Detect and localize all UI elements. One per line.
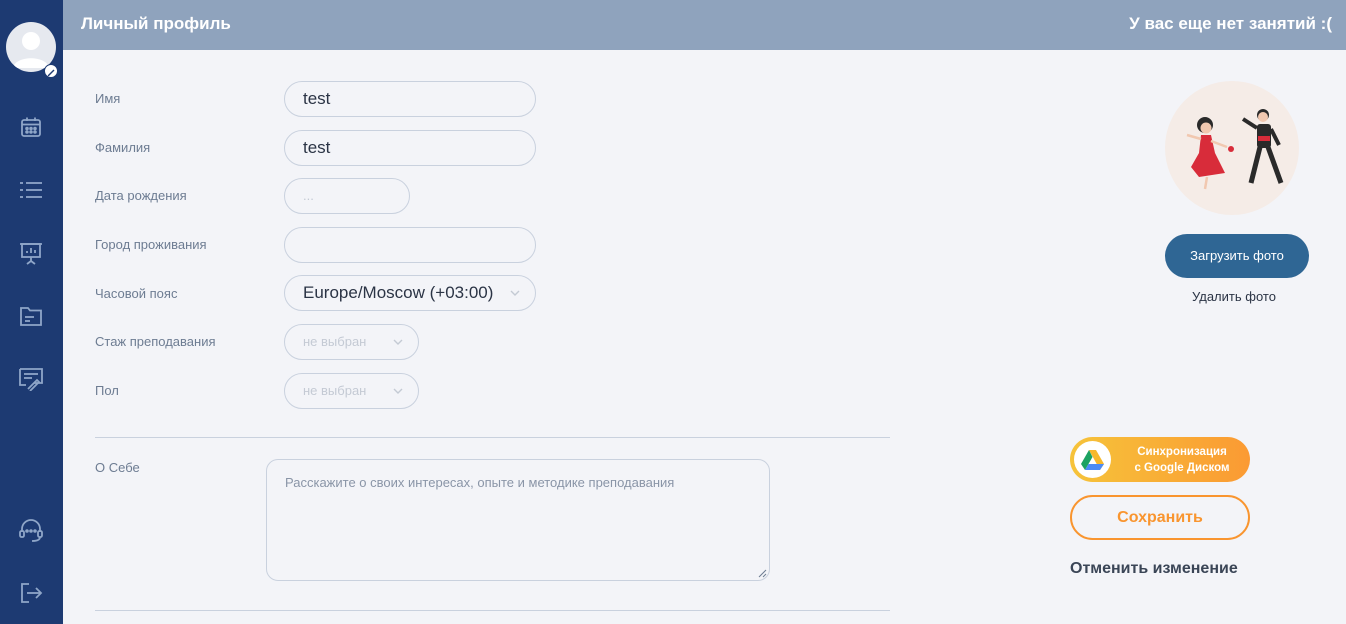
last-name-input[interactable]: test [284,130,536,166]
support-headset-icon [19,519,43,542]
about-placeholder: Расскажите о своих интересах, опыте и ме… [285,475,675,490]
google-drive-sync-label: Синхронизация с Google Диском [1118,444,1246,476]
sidebar-item-logout[interactable] [18,580,44,606]
experience-value: не выбран [303,334,367,349]
google-drive-sync-button[interactable]: Синхронизация с Google Диском [1070,437,1250,482]
city-input[interactable] [284,227,536,263]
timezone-value: Europe/Moscow (+03:00) [303,283,494,302]
birth-date-input[interactable]: ... [284,178,410,214]
delete-photo-link[interactable]: Удалить фото [1165,289,1346,304]
calendar-icon [21,117,41,137]
timezone-select[interactable]: Europe/Moscow (+03:00) [284,275,536,311]
gender-label: Пол [95,383,119,398]
chevron-down-icon [510,290,520,296]
chevron-down-icon [393,339,403,345]
pencil-icon [47,69,55,77]
edit-avatar-button[interactable] [44,64,58,78]
logout-icon [21,583,43,603]
google-drive-logo-wrap [1074,441,1111,478]
upload-photo-button[interactable]: Загрузить фото [1165,234,1309,278]
presentation-icon [20,243,42,265]
last-name-label: Фамилия [95,140,151,155]
experience-label: Стаж преподавания [95,334,216,349]
sidebar-item-certificates[interactable] [18,366,44,392]
folder-icon [20,307,42,326]
top-header: Личный профиль У вас еще нет занятий :( [63,0,1346,50]
sidebar-item-files[interactable] [18,303,44,329]
about-textarea[interactable]: Расскажите о своих интересах, опыте и ме… [266,459,770,581]
lessons-status: У вас еще нет занятий :( [1129,14,1332,33]
sidebar-item-calendar[interactable] [18,114,44,140]
google-drive-sync-line2: с Google Диском [1134,462,1230,474]
google-drive-icon [1081,450,1104,470]
list-icon [20,182,42,198]
experience-select[interactable]: не выбран [284,324,419,360]
chevron-down-icon [393,388,403,394]
divider [95,610,890,611]
page-title: Личный профиль [81,14,231,33]
resize-handle-icon[interactable] [757,568,767,578]
timezone-label: Часовой пояс [95,286,178,301]
birth-date-label: Дата рождения [95,188,187,203]
about-label: О Себе [95,460,140,475]
cancel-changes-link[interactable]: Отменить изменение [1070,560,1260,578]
certificate-icon [19,368,43,391]
divider [95,437,890,438]
google-drive-sync-line1: Синхронизация [1137,446,1227,458]
gender-value: не выбран [303,383,367,398]
save-button[interactable]: Сохранить [1070,495,1250,540]
profile-photo [1165,81,1299,215]
city-label: Город проживания [95,237,207,252]
dancers-illustration [1186,109,1284,190]
sidebar [0,0,63,624]
sidebar-item-support[interactable] [18,518,44,544]
first-name-input[interactable]: test [284,81,536,117]
sidebar-item-presentations[interactable] [18,240,44,266]
sidebar-item-list[interactable] [18,177,44,203]
gender-select[interactable]: не выбран [284,373,419,409]
first-name-label: Имя [95,91,121,106]
